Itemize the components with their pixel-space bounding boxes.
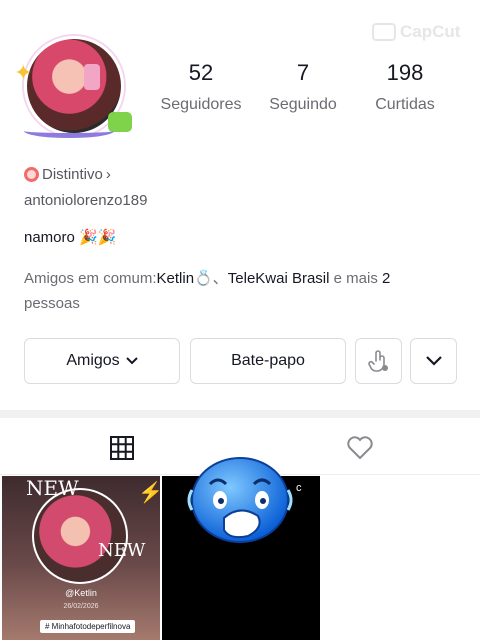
friends-button[interactable]: Amigos [24,338,180,384]
chevron-right-icon: › [105,166,111,183]
section-divider [0,410,480,418]
video-thumbnail-1[interactable]: NEW NEW ⚡ @Ketlin 26/02/2026 # Minhafoto… [2,476,160,640]
avatar-frame-decoration [24,124,114,138]
badge-link[interactable]: Distintivo › [24,166,111,183]
new-sticker-bottom: NEW [98,540,146,561]
stat-following[interactable]: 7 Seguindo [248,60,358,114]
poke-button[interactable] [355,338,402,384]
lightning-icon: ⚡ [138,482,160,504]
watermark-text: CapCut [400,22,461,41]
chat-button-label: Bate-papo [231,352,305,369]
ring-icon: 💍、 [194,270,228,287]
likes-count: 198 [386,60,424,85]
grid-icon [110,436,134,460]
laughing-emoji-icon [187,457,293,543]
mutual-prefix: Amigos em comum: [24,270,157,287]
profile-avatar[interactable]: ✦ [14,36,132,140]
username: antoniolorenzo189 [24,192,148,209]
thumbnail-date: 26/02/2026 [63,603,99,610]
mutual-middle: e mais [329,270,382,287]
star-sticker-icon: ✦ [14,60,33,85]
badge-icon [24,167,39,182]
heart-icon [347,436,373,459]
bio-text: namoro 🎉🎉 [24,229,117,246]
mutual-suffix: pessoas [24,295,80,312]
friends-button-label: Amigos [66,352,120,369]
chevron-down-icon [125,357,138,365]
thumbnail-overlay-text: c [296,482,302,494]
tab-videos[interactable] [102,430,142,466]
following-label: Seguindo [269,96,337,113]
hand-tap-icon [367,350,388,372]
tab-liked[interactable] [340,430,380,466]
mutual-count: 2 [382,270,391,287]
capcut-logo-icon [372,23,396,41]
followers-label: Seguidores [160,96,242,113]
followers-count: 52 [188,60,214,85]
mutual-friends[interactable]: Amigos em comum:Ketlin💍、TeleKwai Brasil … [24,266,464,316]
stat-likes[interactable]: 198 Curtidas [350,60,460,114]
likes-label: Curtidas [375,96,435,113]
thumbnail-hashtag: # Minhafotodeperfilnova [40,620,136,633]
more-button[interactable] [410,338,457,384]
thumbnail-caption: @Ketlin [65,588,97,598]
mutual-name-2[interactable]: TeleKwai Brasil [228,270,330,287]
new-sticker-top: NEW [26,476,79,500]
following-count: 7 [296,60,310,85]
capcut-watermark: CapCut [372,22,460,42]
badge-label: Distintivo [42,166,103,183]
mutual-name-1[interactable]: Ketlin [157,270,195,287]
thumbnail-photo [32,488,128,584]
chat-button[interactable]: Bate-papo [190,338,346,384]
chevron-down-icon [425,356,442,366]
stat-followers[interactable]: 52 Seguidores [146,60,256,114]
avatar-phone-shape [84,64,100,90]
